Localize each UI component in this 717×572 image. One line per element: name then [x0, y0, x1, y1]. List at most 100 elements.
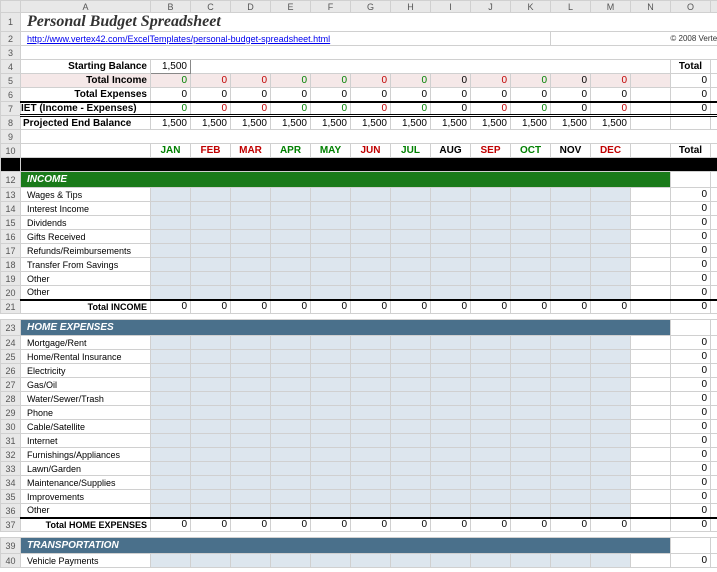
cell[interactable] [391, 490, 431, 504]
cell[interactable] [151, 434, 191, 448]
cell[interactable] [511, 378, 551, 392]
cell[interactable]: 1,500 [351, 116, 391, 130]
cell[interactable]: 1,500 [591, 116, 631, 130]
cell[interactable] [511, 476, 551, 490]
cell[interactable] [351, 364, 391, 378]
cell[interactable] [191, 258, 231, 272]
cell[interactable]: 0 [311, 88, 351, 102]
cell[interactable] [591, 216, 631, 230]
item-label[interactable]: Wages & Tips [21, 188, 151, 202]
cell[interactable] [391, 392, 431, 406]
cell[interactable] [311, 420, 351, 434]
cell[interactable]: 0 [711, 378, 717, 392]
cell[interactable]: 0 [471, 74, 511, 88]
cell[interactable] [511, 188, 551, 202]
cell[interactable] [311, 350, 351, 364]
cell[interactable] [551, 286, 591, 300]
row-10[interactable]: 10 [1, 144, 21, 158]
cell[interactable]: 0 [151, 88, 191, 102]
cell[interactable] [151, 490, 191, 504]
item-label[interactable]: Home/Rental Insurance [21, 350, 151, 364]
cell[interactable]: 0 [591, 102, 631, 116]
cell[interactable]: 0 [351, 74, 391, 88]
cell[interactable]: 0 [271, 518, 311, 532]
cell[interactable]: 0 [711, 350, 717, 364]
cell[interactable]: 0 [551, 300, 591, 314]
cell[interactable] [271, 490, 311, 504]
cell[interactable] [391, 448, 431, 462]
cell[interactable]: 0 [711, 188, 717, 202]
cell[interactable] [191, 490, 231, 504]
cell[interactable] [231, 476, 271, 490]
cell[interactable]: 0 [711, 216, 717, 230]
cell[interactable] [231, 188, 271, 202]
cell[interactable] [191, 554, 231, 568]
row-25[interactable]: 25 [1, 350, 21, 364]
cell[interactable] [431, 490, 471, 504]
cell[interactable] [551, 476, 591, 490]
cell[interactable] [151, 448, 191, 462]
cell[interactable]: 0 [471, 300, 511, 314]
cell[interactable] [231, 258, 271, 272]
cell[interactable] [471, 364, 511, 378]
cell[interactable] [391, 364, 431, 378]
cell[interactable] [471, 448, 511, 462]
cell[interactable]: 0 [671, 420, 711, 434]
cell[interactable]: 0 [191, 300, 231, 314]
cell[interactable]: 0 [711, 202, 717, 216]
cell[interactable] [551, 406, 591, 420]
item-label[interactable]: Interest Income [21, 202, 151, 216]
cell[interactable] [351, 554, 391, 568]
row-7[interactable]: 7 [1, 102, 21, 116]
cell[interactable] [271, 202, 311, 216]
row-16[interactable]: 16 [1, 230, 21, 244]
cell[interactable] [151, 258, 191, 272]
cell[interactable] [351, 188, 391, 202]
cell[interactable] [231, 336, 271, 350]
cell[interactable] [351, 286, 391, 300]
cell[interactable] [471, 336, 511, 350]
row-32[interactable]: 32 [1, 448, 21, 462]
cell[interactable] [591, 286, 631, 300]
cell[interactable] [551, 378, 591, 392]
cell[interactable] [191, 434, 231, 448]
item-label[interactable]: Dividends [21, 216, 151, 230]
cell[interactable]: 0 [311, 102, 351, 116]
cell[interactable]: 0 [711, 230, 717, 244]
cell[interactable]: 0 [671, 392, 711, 406]
cell[interactable]: 0 [671, 462, 711, 476]
cell[interactable] [431, 504, 471, 518]
cell[interactable] [551, 336, 591, 350]
col-G[interactable]: G [351, 1, 391, 13]
cell[interactable]: 1,500 [511, 116, 551, 130]
cell[interactable] [391, 476, 431, 490]
cell[interactable] [231, 364, 271, 378]
cell[interactable]: 0 [711, 554, 717, 568]
cell[interactable]: 0 [231, 300, 271, 314]
cell[interactable] [431, 554, 471, 568]
cell[interactable] [471, 434, 511, 448]
cell[interactable] [471, 350, 511, 364]
row-39[interactable]: 39 [1, 538, 21, 554]
cell[interactable] [551, 434, 591, 448]
col-O[interactable]: O [671, 1, 711, 13]
cell[interactable] [311, 476, 351, 490]
cell[interactable] [431, 392, 471, 406]
cell[interactable] [591, 272, 631, 286]
cell[interactable] [511, 462, 551, 476]
cell[interactable] [351, 406, 391, 420]
cell[interactable] [151, 286, 191, 300]
cell[interactable] [191, 244, 231, 258]
cell[interactable] [231, 504, 271, 518]
cell[interactable] [271, 462, 311, 476]
cell[interactable] [551, 554, 591, 568]
cell[interactable] [431, 272, 471, 286]
cell[interactable]: 0 [431, 74, 471, 88]
cell[interactable] [271, 188, 311, 202]
cell[interactable] [431, 258, 471, 272]
cell[interactable] [591, 230, 631, 244]
cell[interactable]: 0 [671, 230, 711, 244]
cell[interactable]: 0 [191, 518, 231, 532]
cell[interactable] [351, 490, 391, 504]
cell[interactable] [591, 392, 631, 406]
